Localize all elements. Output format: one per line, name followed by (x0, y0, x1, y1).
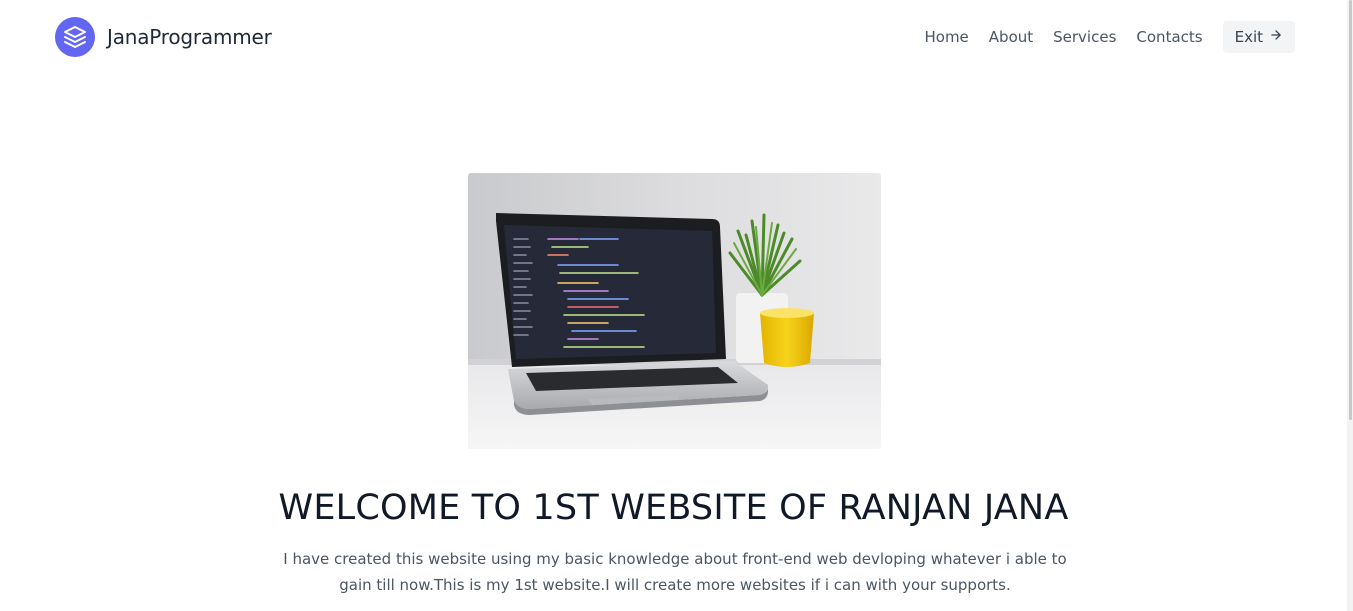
brand-link[interactable]: JanaProgrammer (55, 17, 272, 57)
arrow-right-icon (1269, 28, 1283, 46)
hero-description: I have created this website using my bas… (283, 550, 1067, 594)
hero-title: WELCOME TO 1ST WEBSITE OF RANJAN JANA (278, 488, 1069, 528)
exit-button[interactable]: Exit (1222, 21, 1295, 53)
scrollbar-thumb[interactable] (1349, 0, 1352, 420)
page-scrollbar[interactable] (1347, 0, 1353, 611)
site-header: JanaProgrammer Home About Services Conta… (0, 0, 1347, 76)
hero-image (468, 173, 881, 449)
brand-name: JanaProgrammer (107, 25, 272, 49)
nav-about[interactable]: About (989, 28, 1033, 46)
page: JanaProgrammer Home About Services Conta… (0, 0, 1353, 611)
laptop-illustration (468, 173, 881, 449)
main-nav: Home About Services Contacts Exit (924, 21, 1347, 53)
layers-icon (55, 17, 95, 57)
nav-contacts[interactable]: Contacts (1136, 28, 1202, 46)
nav-services[interactable]: Services (1053, 28, 1116, 46)
exit-button-label: Exit (1234, 28, 1263, 46)
nav-home[interactable]: Home (924, 28, 968, 46)
